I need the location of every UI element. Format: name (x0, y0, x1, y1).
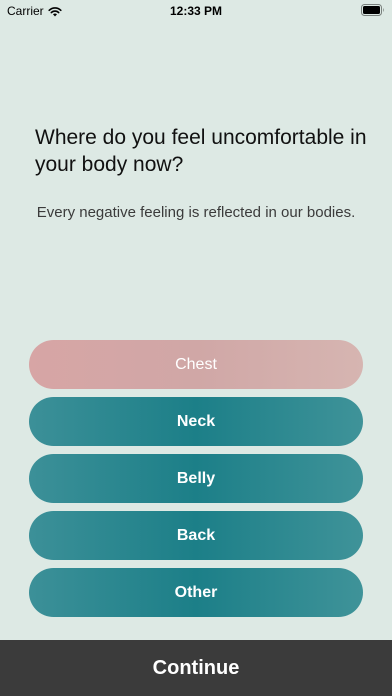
question-subtitle: Every negative feeling is reflected in o… (36, 204, 356, 221)
battery-icon (361, 4, 384, 16)
options-list: Chest Neck Belly Back Other (29, 340, 363, 625)
option-neck-button[interactable]: Neck (29, 397, 363, 446)
continue-button[interactable]: Continue (0, 640, 392, 696)
option-belly-button[interactable]: Belly (29, 454, 363, 503)
option-back-button[interactable]: Back (29, 511, 363, 560)
question-title: Where do you feel uncomfortable in your … (35, 126, 367, 176)
option-other-button[interactable]: Other (29, 568, 363, 617)
clock: 12:33 PM (169, 4, 223, 18)
status-bar: Carrier 12:33 PM (0, 0, 392, 22)
option-chest-button[interactable]: Chest (29, 340, 363, 389)
